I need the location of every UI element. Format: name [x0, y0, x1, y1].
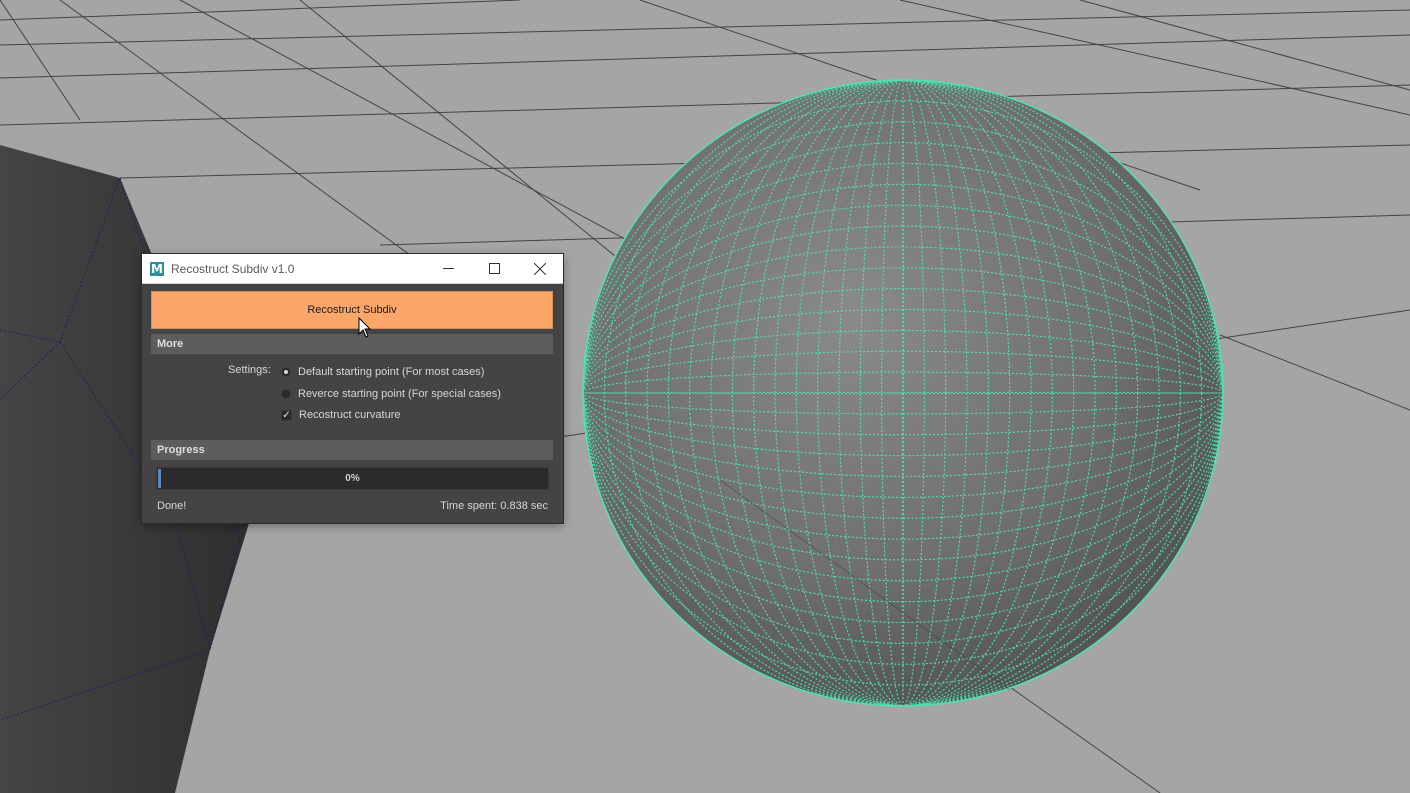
- maximize-button[interactable]: [471, 254, 517, 283]
- progress-percent: 0%: [345, 473, 360, 484]
- window-controls: [425, 254, 563, 283]
- progress-bar: 0%: [156, 467, 549, 490]
- title-bar[interactable]: M Recostruct Subdiv v1.0: [142, 254, 563, 284]
- reverse-starting-point-label: Reverce starting point (For special case…: [298, 388, 501, 400]
- reconstruct-curvature-option[interactable]: ✓ Recostruct curvature: [281, 407, 400, 423]
- time-spent: Time spent: 0.838 sec: [440, 500, 548, 512]
- settings-label: Settings:: [228, 364, 271, 376]
- reconstruct-subdiv-dialog: M Recostruct Subdiv v1.0 Recostruct Subd…: [142, 254, 563, 523]
- maximize-icon: [488, 263, 500, 274]
- reconstruct-curvature-label: Recostruct curvature: [299, 409, 401, 421]
- progress-section-header[interactable]: Progress: [151, 440, 553, 460]
- minimize-button[interactable]: [425, 254, 471, 283]
- radio-button-checked[interactable]: [281, 367, 291, 377]
- reverse-starting-point-option[interactable]: Reverce starting point (For special case…: [281, 386, 501, 402]
- reconstruct-subdiv-button[interactable]: Recostruct Subdiv: [151, 291, 553, 329]
- maya-app-icon: M: [150, 261, 164, 276]
- radio-button-unchecked[interactable]: [281, 389, 291, 399]
- minimize-icon: [442, 268, 454, 269]
- close-button[interactable]: [517, 254, 563, 283]
- default-starting-point-option[interactable]: Default starting point (For most cases): [281, 364, 484, 380]
- close-icon: [534, 262, 546, 275]
- default-starting-point-label: Default starting point (For most cases): [298, 366, 485, 378]
- checkbox-checked[interactable]: ✓: [281, 409, 292, 421]
- status-message: Done!: [157, 500, 187, 512]
- more-section-header[interactable]: More: [151, 334, 553, 354]
- window-title: Recostruct Subdiv v1.0: [171, 261, 295, 276]
- mouse-cursor-icon: [358, 317, 372, 338]
